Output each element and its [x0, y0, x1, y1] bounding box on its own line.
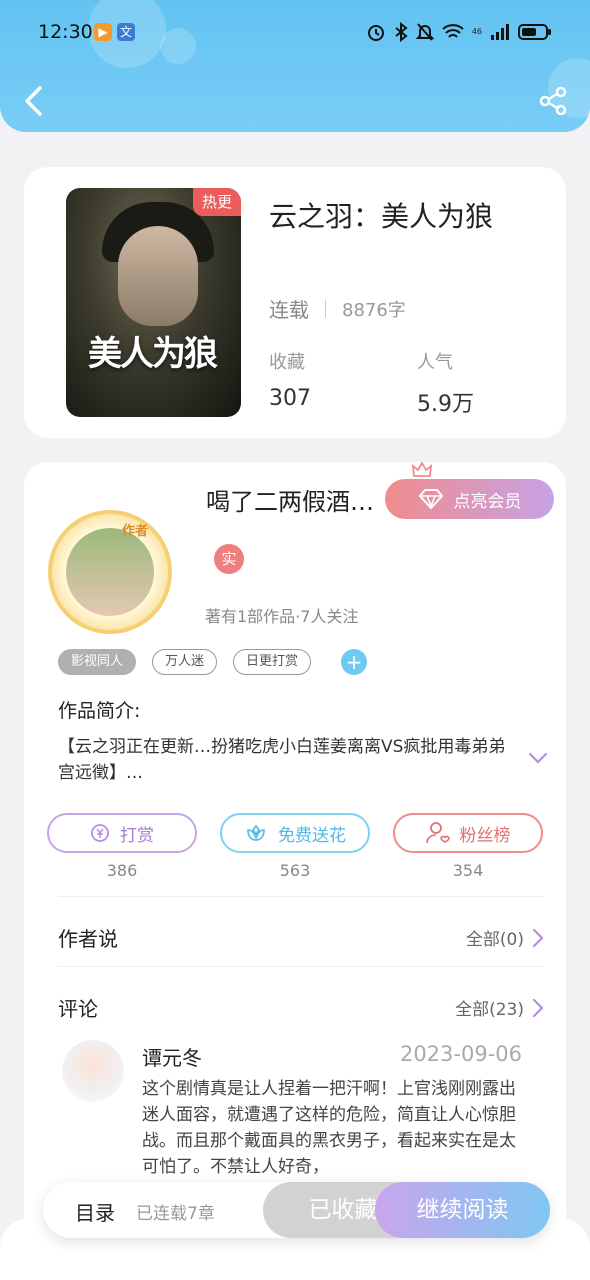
comment-text: 这个剧情真是让人捏着一把汗啊！上官浅刚刚露出迷人面容，就遭遇了这样的危险，简直让…	[142, 1079, 516, 1177]
book-cover[interactable]: 热更 美人为狼	[66, 188, 241, 417]
header: 12:30 ▶ 文 46	[0, 0, 590, 132]
video-app-icon: ▶	[94, 23, 112, 41]
comments-more-link[interactable]: 全部(23)	[455, 995, 544, 1020]
flower-icon	[247, 824, 265, 841]
fans-rank-button[interactable]: 粉丝榜	[393, 813, 543, 853]
flower-count: 563	[279, 861, 311, 880]
author-avatar[interactable]: 作者	[48, 510, 172, 634]
serial-status: 连载	[269, 298, 309, 322]
chapter-count: 已连载7章	[136, 1204, 215, 1224]
flower-label: 免费送花	[278, 825, 346, 846]
coin-icon	[91, 824, 109, 842]
intro-text: 【云之羽正在更新…扮猪吃虎小白莲姜离离VS疯批用毒弟弟宫远徵】…	[58, 737, 506, 783]
tag-list: 影视同人 万人迷 日更打赏 +	[58, 649, 368, 675]
reward-button[interactable]: 打赏	[47, 813, 197, 853]
author-says-more-label: 全部(0)	[465, 930, 524, 950]
diamond-icon	[418, 489, 443, 510]
divider	[325, 299, 326, 318]
book-title: 云之羽：美人为狼	[269, 200, 494, 233]
book-status-row: 连载 8876字	[269, 294, 406, 323]
cover-title: 美人为狼	[88, 334, 218, 374]
add-tag-icon[interactable]: +	[341, 649, 368, 675]
author-meta: 著有1部作品·7人关注	[205, 607, 359, 626]
favorites-value: 307	[269, 386, 311, 411]
bottom-action-bar: 目录 已连载7章 已收藏 继续阅读	[43, 1182, 550, 1238]
divider	[58, 896, 544, 897]
tag-item[interactable]: 万人迷	[152, 649, 218, 675]
verified-badge: 实	[214, 544, 244, 574]
cover-figure-face	[118, 226, 198, 326]
user-heart-icon	[425, 822, 450, 844]
word-count: 8876字	[342, 299, 406, 321]
comments-title: 评论	[58, 997, 98, 1021]
wifi-icon	[442, 24, 464, 38]
tag-item[interactable]: 日更打赏	[233, 649, 312, 675]
author-badge: 作者	[122, 524, 149, 539]
popularity-value: 5.9万	[417, 392, 474, 417]
favorites-stat: 收藏 307	[269, 348, 311, 411]
commenter-avatar[interactable]	[62, 1040, 124, 1102]
comment-date: 2023-09-06	[399, 1042, 522, 1066]
fans-label: 粉丝榜	[459, 825, 511, 846]
expand-chevron-icon[interactable]	[528, 751, 548, 765]
alarm-icon	[367, 25, 384, 41]
author-says-more-link[interactable]: 全部(0)	[466, 925, 544, 950]
continue-reading-button[interactable]: 继续阅读	[375, 1182, 550, 1238]
vip-label: 点亮会员	[453, 491, 522, 512]
bluetooth-icon	[395, 22, 408, 42]
catalog-button[interactable]: 目录	[75, 1197, 115, 1226]
chevron-right-icon	[532, 928, 544, 947]
status-time: 12:30	[38, 21, 93, 43]
mute-bell-icon	[415, 23, 434, 41]
send-flower-button[interactable]: 免费送花	[220, 813, 370, 853]
crown-icon	[412, 462, 432, 477]
reward-count: 386	[106, 861, 138, 880]
popularity-stat: 人气 5.9万	[417, 348, 474, 418]
status-bar: 12:30 ▶ 文 46	[0, 0, 590, 64]
avatar-photo	[66, 528, 154, 616]
tag-item[interactable]: 影视同人	[58, 649, 137, 675]
share-button[interactable]	[538, 86, 568, 116]
network-type: 46	[471, 27, 482, 36]
popularity-label: 人气	[417, 352, 453, 373]
comments-more-label: 全部(23)	[455, 1000, 524, 1020]
back-button[interactable]	[20, 84, 48, 118]
author-name[interactable]: 喝了二两假酒…	[206, 482, 374, 517]
author-detail-card: 作者 喝了二两假酒… 点亮会员 实 著有1部作品·7人关注 影视同人 万人迷 日…	[24, 462, 566, 1280]
reward-label: 打赏	[120, 825, 154, 846]
chevron-right-icon	[532, 998, 544, 1017]
favorites-label: 收藏	[269, 352, 305, 373]
status-icons: 46	[366, 22, 552, 42]
author-says-title: 作者说	[58, 927, 118, 951]
intro-label: 作品简介:	[58, 700, 141, 722]
fans-count: 354	[452, 861, 484, 880]
hot-badge: 热更	[193, 188, 241, 216]
signal-icon	[491, 24, 509, 40]
commenter-name[interactable]: 谭元冬	[142, 1042, 202, 1071]
translate-app-icon: 文	[117, 23, 135, 41]
vip-button[interactable]: 点亮会员	[385, 479, 554, 519]
battery-icon	[518, 24, 551, 40]
book-info-card: 热更 美人为狼 云之羽：美人为狼 连载 8876字 收藏 307 人气 5.9万	[24, 167, 566, 438]
divider	[58, 966, 544, 967]
